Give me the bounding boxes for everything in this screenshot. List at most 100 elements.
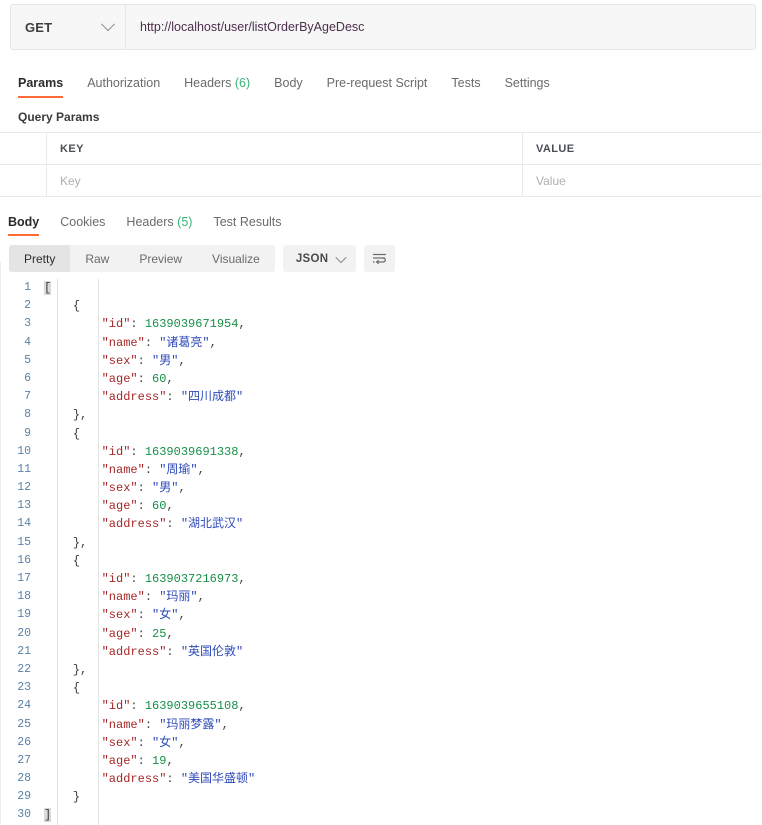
tab-body-label: Body [274, 76, 303, 90]
view-mode-pretty[interactable]: Pretty [9, 245, 70, 272]
json-line: 27 "age": 19, [0, 752, 762, 770]
tab-settings[interactable]: Settings [505, 76, 550, 98]
json-token-num: 19 [152, 754, 166, 768]
json-line: 2 { [0, 297, 762, 315]
json-line: 11 "name": "周瑜", [0, 461, 762, 479]
tab-settings-label: Settings [505, 76, 550, 90]
json-line: 14 "address": "湖北武汉" [0, 515, 762, 533]
json-line-number: 7 [0, 388, 44, 406]
tab-authorization[interactable]: Authorization [87, 76, 160, 98]
json-token-str: "女" [152, 736, 178, 750]
word-wrap-icon [372, 252, 387, 265]
row-checkbox-cell[interactable] [0, 165, 47, 196]
json-line: 18 "name": "玛丽", [0, 588, 762, 606]
tab-tests[interactable]: Tests [451, 76, 480, 98]
json-line-number: 13 [0, 497, 44, 515]
select-all-checkbox-cell[interactable] [0, 133, 47, 164]
json-line: 1[ [0, 279, 762, 297]
tab-params[interactable]: Params [18, 76, 63, 98]
json-token-key: "age" [102, 499, 138, 513]
json-token-pun: : [138, 499, 152, 513]
response-tab-test-results[interactable]: Test Results [213, 215, 281, 236]
json-line-content: { [44, 552, 762, 570]
response-body-json-viewer[interactable]: 1[2 {3 "id": 1639039671954, 4 "name": "诸葛… [0, 279, 762, 825]
json-line-number: 28 [0, 770, 44, 788]
json-token-brk: { [73, 681, 80, 695]
json-token-pun: : [166, 517, 180, 531]
json-token-key: "age" [102, 627, 138, 641]
json-line: 19 "sex": "女", [0, 606, 762, 624]
param-value-placeholder: Value [536, 174, 566, 188]
json-line: 7 "address": "四川成都" [0, 388, 762, 406]
json-line-number: 14 [0, 515, 44, 533]
json-token-num: 25 [152, 627, 166, 641]
json-token-pun: , [222, 718, 229, 732]
json-line-content: }, [44, 661, 762, 679]
http-method-dropdown[interactable]: GET [11, 5, 126, 49]
json-token-str: "四川成都" [181, 390, 243, 404]
tab-body[interactable]: Body [274, 76, 303, 98]
json-token-key: "name" [102, 718, 145, 732]
json-line-content: "id": 1639037216973, [44, 570, 762, 588]
json-line: 20 "age": 25, [0, 625, 762, 643]
json-token-key: "sex" [102, 608, 138, 622]
url-input[interactable]: http://localhost/user/listOrderByAgeDesc [126, 5, 755, 49]
json-token-key: "id" [102, 445, 131, 459]
json-token-pun: , [238, 572, 245, 586]
response-tab-test-results-label: Test Results [213, 215, 281, 229]
view-mode-raw[interactable]: Raw [70, 245, 124, 272]
json-token-key: "age" [102, 372, 138, 386]
json-token-num: 1639039671954 [145, 317, 239, 331]
json-line: 9 { [0, 425, 762, 443]
tab-headers[interactable]: Headers (6) [184, 76, 250, 98]
json-token-brk: { [73, 299, 80, 313]
json-line: 28 "address": "美国华盛顿" [0, 770, 762, 788]
json-token-pun: : [145, 336, 159, 350]
param-key-input[interactable]: Key [47, 165, 523, 196]
view-mode-raw-label: Raw [85, 252, 109, 266]
json-line-number: 16 [0, 552, 44, 570]
view-mode-pretty-label: Pretty [24, 252, 55, 266]
view-mode-preview[interactable]: Preview [124, 245, 197, 272]
json-line-content: { [44, 297, 762, 315]
json-line: 25 "name": "玛丽梦露", [0, 716, 762, 734]
chevron-down-icon [101, 17, 115, 31]
response-tab-cookies[interactable]: Cookies [60, 215, 105, 236]
json-line-number: 22 [0, 661, 44, 679]
json-token-pun: : [130, 317, 144, 331]
json-line-content: { [44, 679, 762, 697]
response-tab-headers[interactable]: Headers (5) [126, 215, 192, 236]
json-line-number: 3 [0, 315, 44, 333]
json-line-content: "address": "湖北武汉" [44, 515, 762, 533]
json-token-key: "address" [102, 645, 167, 659]
json-line-content: "age": 60, [44, 370, 762, 388]
json-token-pun: , [238, 699, 245, 713]
json-line-content: "address": "英国伦敦" [44, 643, 762, 661]
json-token-pun: : [145, 718, 159, 732]
json-token-pun: : [166, 645, 180, 659]
response-tab-body[interactable]: Body [8, 215, 39, 236]
json-line: 21 "address": "英国伦敦" [0, 643, 762, 661]
table-row: Key Value [0, 165, 762, 196]
response-format-dropdown[interactable]: JSON [283, 245, 357, 272]
json-line-number: 23 [0, 679, 44, 697]
tab-pre-request-script[interactable]: Pre-request Script [327, 76, 428, 98]
json-line-number: 25 [0, 716, 44, 734]
json-token-key: "sex" [102, 481, 138, 495]
view-mode-visualize[interactable]: Visualize [197, 245, 275, 272]
json-line-content: }, [44, 406, 762, 424]
json-token-pun: : [166, 390, 180, 404]
response-tab-cookies-label: Cookies [60, 215, 105, 229]
json-line: 15 }, [0, 534, 762, 552]
json-token-str: "诸葛亮" [159, 336, 209, 350]
response-tab-body-label: Body [8, 215, 39, 229]
word-wrap-toggle-button[interactable] [364, 245, 395, 272]
param-value-input[interactable]: Value [523, 165, 762, 196]
json-token-pun: : [130, 572, 144, 586]
json-token-num: 1639039655108 [145, 699, 239, 713]
response-tab-bar: Body Cookies Headers (5) Test Results [0, 206, 762, 236]
json-line: 29 } [0, 788, 762, 806]
json-token-key: "address" [102, 772, 167, 786]
json-line-number: 19 [0, 606, 44, 624]
json-line-number: 4 [0, 334, 44, 352]
